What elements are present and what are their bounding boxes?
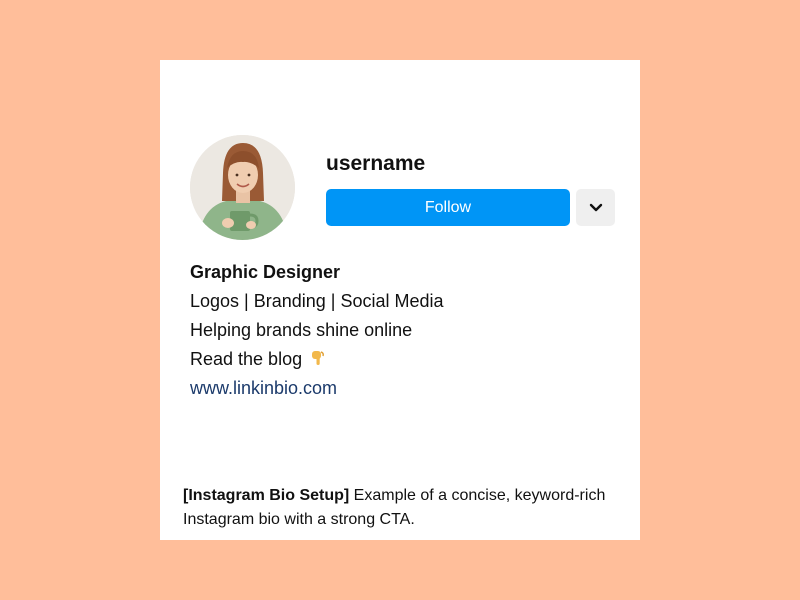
avatar[interactable] bbox=[190, 135, 295, 240]
bio-cta-text: Read the blog bbox=[190, 349, 303, 369]
username[interactable]: username bbox=[326, 152, 425, 176]
bio-line-services: Logos | Branding | Social Media bbox=[190, 291, 444, 311]
image-caption: [Instagram Bio Setup] Example of a conci… bbox=[183, 484, 623, 532]
bio-line-cta: Read the blog bbox=[190, 345, 444, 374]
avatar-photo bbox=[190, 135, 295, 240]
bio-line-tagline: Helping brands shine online bbox=[190, 320, 413, 340]
more-options-button[interactable] bbox=[576, 189, 615, 226]
bio: Graphic Designer Logos | Branding | Soci… bbox=[190, 258, 444, 403]
bio-title: Graphic Designer bbox=[190, 262, 341, 282]
chevron-down-icon bbox=[589, 203, 602, 211]
follow-button[interactable]: Follow bbox=[326, 189, 570, 226]
caption-tag: [Instagram Bio Setup] bbox=[183, 487, 350, 504]
bio-link[interactable]: www.linkinbio.com bbox=[190, 374, 444, 403]
pointing-down-emoji bbox=[312, 351, 325, 365]
profile-card: username Follow Graphic Designer Logos |… bbox=[160, 60, 640, 540]
